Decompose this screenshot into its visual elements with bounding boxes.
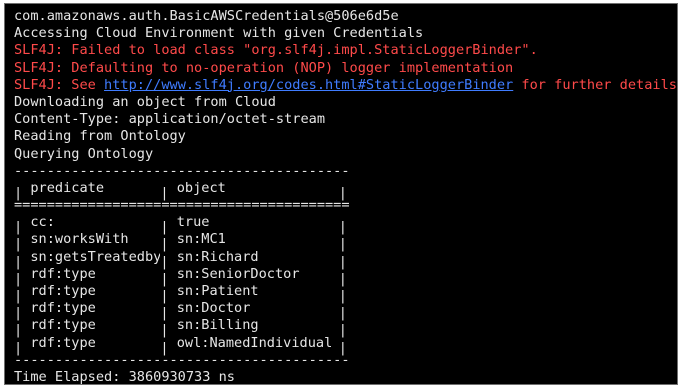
table-row: | rdf:type | sn:SeniorDoctor | xyxy=(14,265,347,288)
output-line-reading: Reading from Ontology xyxy=(14,128,186,145)
cell-object: owl:NamedIndividual xyxy=(176,334,333,351)
output-line-querying: Querying Ontology xyxy=(14,145,154,162)
cell-predicate: rdf:type xyxy=(30,265,96,282)
error-line-failed-load: SLF4J: Failed to load class "org.slf4j.i… xyxy=(14,42,538,59)
table-row: | sn:getsTreatedby| sn:Richard | xyxy=(14,248,347,270)
cell-predicate: sn:getsTreatedby xyxy=(30,248,161,265)
cell-predicate: cc: xyxy=(30,214,55,231)
table-row: | cc: | true | xyxy=(14,214,347,236)
slf4j-link[interactable]: http://www.slf4j.org/codes.html#StaticLo… xyxy=(104,77,513,93)
cell-predicate: rdf:type xyxy=(30,317,96,334)
table-body: | cc: | true | | sn:worksWith | sn:MC1 | | sn:… xyxy=(14,214,677,356)
table-row: | rdf:type | sn:Doctor | xyxy=(14,300,347,322)
table-row: | rdf:type | sn:Billing | xyxy=(14,317,347,339)
error-line-nop-logger: SLF4J: Defaulting to no-operation (NOP) … xyxy=(14,59,514,76)
cell-predicate: rdf:type xyxy=(30,334,96,351)
output-line-accessing: Accessing Cloud Environment with given C… xyxy=(14,25,424,42)
output-line-credentials: com.amazonaws.auth.BasicAWSCredentials@5… xyxy=(14,8,399,24)
header-object: object xyxy=(176,179,226,196)
cell-object: sn:Richard xyxy=(176,248,259,265)
see-prefix: SLF4J: See xyxy=(14,76,105,93)
cell-object: sn:Patient xyxy=(176,283,259,299)
terminal-window[interactable]: com.amazonaws.auth.BasicAWSCredentials@5… xyxy=(4,3,678,385)
table-rule-top: ----------------------------------------… xyxy=(14,162,350,179)
table-row: | sn:worksWith | sn:MC1 | xyxy=(14,231,347,253)
cell-predicate: rdf:type xyxy=(30,300,96,317)
table-rule-header: ========================================… xyxy=(14,197,350,214)
table-row: | rdf:type | owl:NamedIndividual | xyxy=(14,334,347,356)
table-rule-bottom: ----------------------------------------… xyxy=(14,351,350,368)
cell-object: sn:Doctor xyxy=(176,300,251,317)
cell-object: sn:MC1 xyxy=(176,231,226,248)
output-line-content-type: Content-Type: application/octet-stream xyxy=(14,111,325,128)
error-line-see-details: SLF4J: See http://www.slf4j.org/codes.ht… xyxy=(14,77,677,94)
cell-object: sn:SeniorDoctor xyxy=(176,265,300,282)
table-header-row: | predicate | object | xyxy=(14,179,347,202)
output-line-downloading: Downloading an object from Cloud xyxy=(14,93,276,110)
cell-predicate: sn:worksWith xyxy=(30,231,129,248)
cell-object: sn:Billing xyxy=(176,317,259,334)
header-predicate: predicate xyxy=(30,179,105,196)
time-elapsed: Time Elapsed: 3860930733 ns xyxy=(14,368,235,385)
table-row: | rdf:type | sn:Patient | xyxy=(14,283,347,305)
see-suffix: for further details. xyxy=(513,76,678,93)
cell-predicate: rdf:type xyxy=(30,283,96,299)
results-table: ----------------------------------------… xyxy=(14,163,677,369)
cell-object: true xyxy=(176,214,210,231)
